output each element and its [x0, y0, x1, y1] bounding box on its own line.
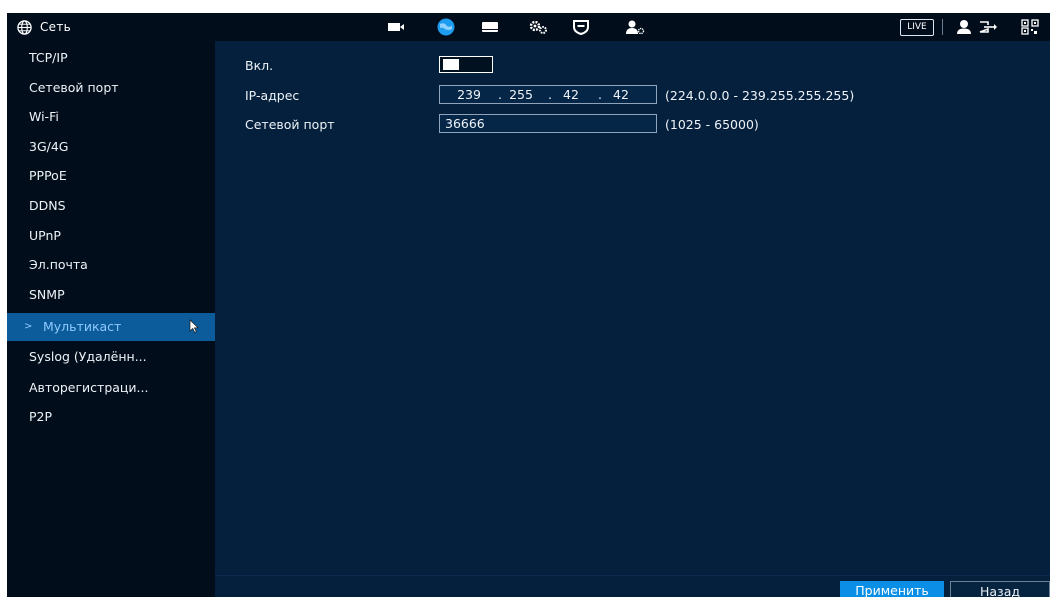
- enable-checkbox[interactable]: [439, 56, 493, 73]
- ip-address-label: IP-адрес: [245, 88, 300, 103]
- top-bar: Сеть LIVE: [7, 13, 1050, 41]
- sidebar-item-upnp[interactable]: UPnP: [7, 222, 215, 250]
- shield-icon[interactable]: [570, 19, 592, 35]
- sidebar-item-tcpip[interactable]: TCP/IP: [7, 44, 215, 72]
- sidebar-item-auto-register[interactable]: Авторегистраци...: [7, 374, 215, 402]
- sidebar-item-p2p[interactable]: P2P: [7, 403, 215, 431]
- footer-divider: [215, 575, 1050, 576]
- ip-octet-2[interactable]: 255: [506, 86, 536, 103]
- page-title: Сеть: [40, 20, 72, 34]
- sidebar-item-3g4g[interactable]: 3G/4G: [7, 133, 215, 161]
- network-icon[interactable]: [435, 17, 457, 37]
- network-port-input[interactable]: 36666: [439, 114, 657, 133]
- globe-icon: [17, 19, 32, 35]
- enable-label: Вкл.: [245, 58, 274, 73]
- network-port-label: Сетевой порт: [245, 117, 335, 132]
- back-button[interactable]: Назад: [950, 581, 1050, 597]
- account-icon[interactable]: [624, 19, 646, 35]
- ip-octet-1[interactable]: 239: [454, 86, 484, 103]
- ip-separator: .: [498, 87, 502, 102]
- logout-icon[interactable]: [977, 19, 999, 35]
- sidebar-item-syslog[interactable]: Syslog (Удалённ...: [7, 343, 215, 371]
- checkbox-fill: [443, 59, 459, 70]
- port-range-hint: (1025 - 65000): [665, 117, 759, 132]
- ip-range-hint: (224.0.0.0 - 239.255.255.255): [665, 88, 855, 103]
- settings-sidebar: TCP/IP Сетевой порт Wi-Fi 3G/4G PPPoE DD…: [7, 41, 215, 597]
- sidebar-item-pppoe[interactable]: PPPoE: [7, 162, 215, 190]
- chevron-right-icon: >: [24, 321, 33, 332]
- sidebar-item-email[interactable]: Эл.почта: [7, 251, 215, 279]
- storage-icon[interactable]: [479, 19, 501, 35]
- page-title-group: Сеть: [17, 13, 147, 41]
- ip-address-input[interactable]: 239 . 255 . 42 . 42: [439, 85, 657, 104]
- camera-icon[interactable]: [385, 19, 407, 35]
- toolbar-divider: [942, 19, 943, 35]
- sidebar-item-multicast[interactable]: > Мультикаст: [7, 313, 215, 341]
- apply-button[interactable]: Применить: [840, 581, 944, 597]
- ip-separator: .: [548, 87, 552, 102]
- mouse-cursor-icon: [189, 319, 199, 333]
- ip-octet-4[interactable]: 42: [606, 86, 636, 103]
- user-icon[interactable]: [953, 19, 975, 35]
- ip-octet-3[interactable]: 42: [556, 86, 586, 103]
- sidebar-item-network-port[interactable]: Сетевой порт: [7, 74, 215, 102]
- ip-separator: .: [598, 87, 602, 102]
- settings-icon[interactable]: [527, 19, 549, 35]
- sidebar-item-snmp[interactable]: SNMP: [7, 281, 215, 309]
- sidebar-item-ddns[interactable]: DDNS: [7, 192, 215, 220]
- qr-icon[interactable]: [1021, 19, 1039, 35]
- sidebar-item-wifi[interactable]: Wi-Fi: [7, 103, 215, 131]
- live-view-button[interactable]: LIVE: [900, 19, 934, 36]
- network-settings-window: Сеть LIVE TCP/IP Сетевой порт Wi-Fi 3G/4…: [7, 13, 1050, 597]
